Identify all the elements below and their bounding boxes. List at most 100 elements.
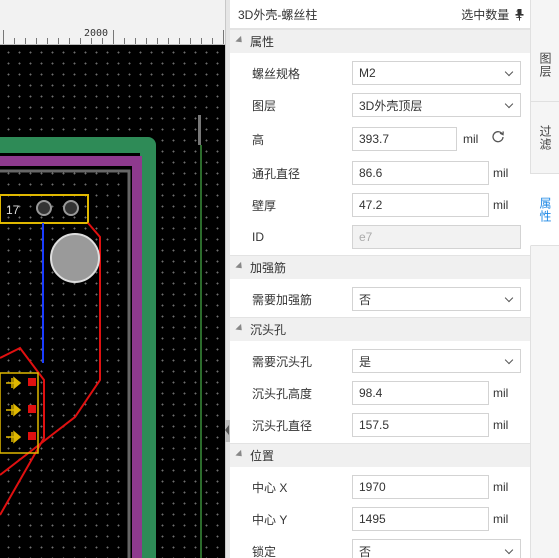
row-hole-diameter: 通孔直径 86.6 mil [230,157,530,189]
ruler-tick [157,38,158,44]
section-rib[interactable]: 加强筋 [230,255,530,279]
panel-header: 3D外壳-螺丝柱 选中数量 1 [230,0,530,29]
ruler-tick [3,30,4,44]
row-need-countersink: 需要沉头孔 是 [230,345,530,377]
row-center-x: 中心 X 1970 mil [230,471,530,503]
field-label: 沉头孔直径 [252,418,313,433]
diode-array [0,372,39,454]
field-label: 中心 X [252,480,288,495]
field-label: 壁厚 [252,198,277,213]
unit-label: mil [493,512,509,526]
input-value: 393.7 [359,132,390,146]
need-rib-select[interactable]: 否 [352,287,521,311]
ruler-tick [190,38,191,44]
input-value: 98.4 [359,386,383,400]
field-label: ID [252,230,264,244]
collapse-caret-icon [235,35,245,46]
ruler-tick [135,38,136,44]
section-properties[interactable]: 属性 [230,29,530,53]
chevron-down-icon [504,293,514,303]
countersink-diameter-input[interactable]: 157.5 [352,413,489,437]
layer-select[interactable]: 3D外壳顶层 [352,93,521,117]
ruler-tick [47,38,48,44]
row-height: 高 393.7 mil [230,121,530,157]
top-ruler: 2000 [0,0,225,45]
field-label: 螺丝规格 [252,66,301,81]
countersink-height-input[interactable]: 98.4 [352,381,489,405]
pin-panel-button[interactable] [508,0,530,29]
section-title: 沉头孔 [250,323,287,337]
center-y-input[interactable]: 1495 [352,507,489,531]
ruler-tick [58,38,59,44]
row-lock: 锁定 否 [230,535,530,558]
ruler-tick [179,38,180,44]
select-value: 3D外壳顶层 [359,98,423,113]
collapse-arrow-icon [225,425,229,435]
section-title: 位置 [250,449,275,463]
center-x-input[interactable]: 1970 [352,475,489,499]
select-value: 否 [359,544,372,558]
pad [36,200,52,216]
ruler-tick [113,30,114,44]
select-value: M2 [359,66,376,80]
ruler-label: 2000 [84,28,109,39]
ruler-tick [223,30,224,44]
unit-label: mil [493,480,509,494]
field-label: 通孔直径 [252,166,301,181]
ruler-tick [25,38,26,44]
section-title: 加强筋 [250,261,287,275]
section-countersink[interactable]: 沉头孔 [230,317,530,341]
ruler-tick [91,38,92,44]
chevron-down-icon [504,67,514,77]
unit-label: mil [493,418,509,432]
input-value: e7 [359,230,373,244]
ruler-tick [146,38,147,44]
row-center-y: 中心 Y 1495 mil [230,503,530,535]
ruler-tick [80,38,81,44]
hole-diameter-input[interactable]: 86.6 [352,161,489,185]
unit-label: mil [493,386,509,400]
tab-layers[interactable]: 图层 [531,29,559,102]
input-value: 157.5 [359,418,390,432]
screw-spec-select[interactable]: M2 [352,61,521,85]
tab-filter[interactable]: 过滤 [531,102,559,174]
field-label: 图层 [252,98,277,113]
unit-label: mil [493,166,509,180]
ruler-tick [168,38,169,44]
inner-outline [0,169,131,558]
height-input[interactable]: 393.7 [352,127,457,151]
unit-label: mil [493,198,509,212]
chevron-down-icon [504,355,514,365]
field-label: 沉头孔高度 [252,386,313,401]
pcb-drawing[interactable]: 17 [0,45,225,558]
input-value: 1495 [359,512,386,526]
field-label: 锁定 [252,544,277,558]
pad [63,200,79,216]
row-countersink-height: 沉头孔高度 98.4 mil [230,377,530,409]
ruler-tick [124,38,125,44]
wall-thickness-input[interactable]: 47.2 [352,193,489,217]
ruler-tick [102,38,103,44]
field-label: 中心 Y [252,512,288,527]
section-position[interactable]: 位置 [230,443,530,467]
pad-label: 17 [6,203,20,217]
field-label: 需要沉头孔 [252,354,313,369]
vertical-rail [198,115,201,145]
lock-select[interactable]: 否 [352,539,521,558]
pcb-canvas[interactable]: 2000 17 [0,0,225,558]
need-countersink-select[interactable]: 是 [352,349,521,373]
row-id: ID e7 [230,221,530,253]
track [40,283,96,375]
row-need-rib: 需要加强筋 否 [230,283,530,315]
ruler-tick [36,38,37,44]
collapse-caret-icon [235,323,245,334]
screw-post [50,233,100,283]
tab-properties[interactable]: 属性 [530,174,559,246]
properties-panel: 3D外壳-螺丝柱 选中数量 1 属性 螺丝规格 M2 图层 3D外壳顶层 高 [230,0,530,558]
tab-label: 图层 [538,52,552,78]
chevron-down-icon [504,545,514,555]
refresh-icon[interactable] [492,130,505,143]
row-wall-thickness: 壁厚 47.2 mil [230,189,530,221]
collapse-caret-icon [235,261,245,272]
ruler-tick [69,38,70,44]
